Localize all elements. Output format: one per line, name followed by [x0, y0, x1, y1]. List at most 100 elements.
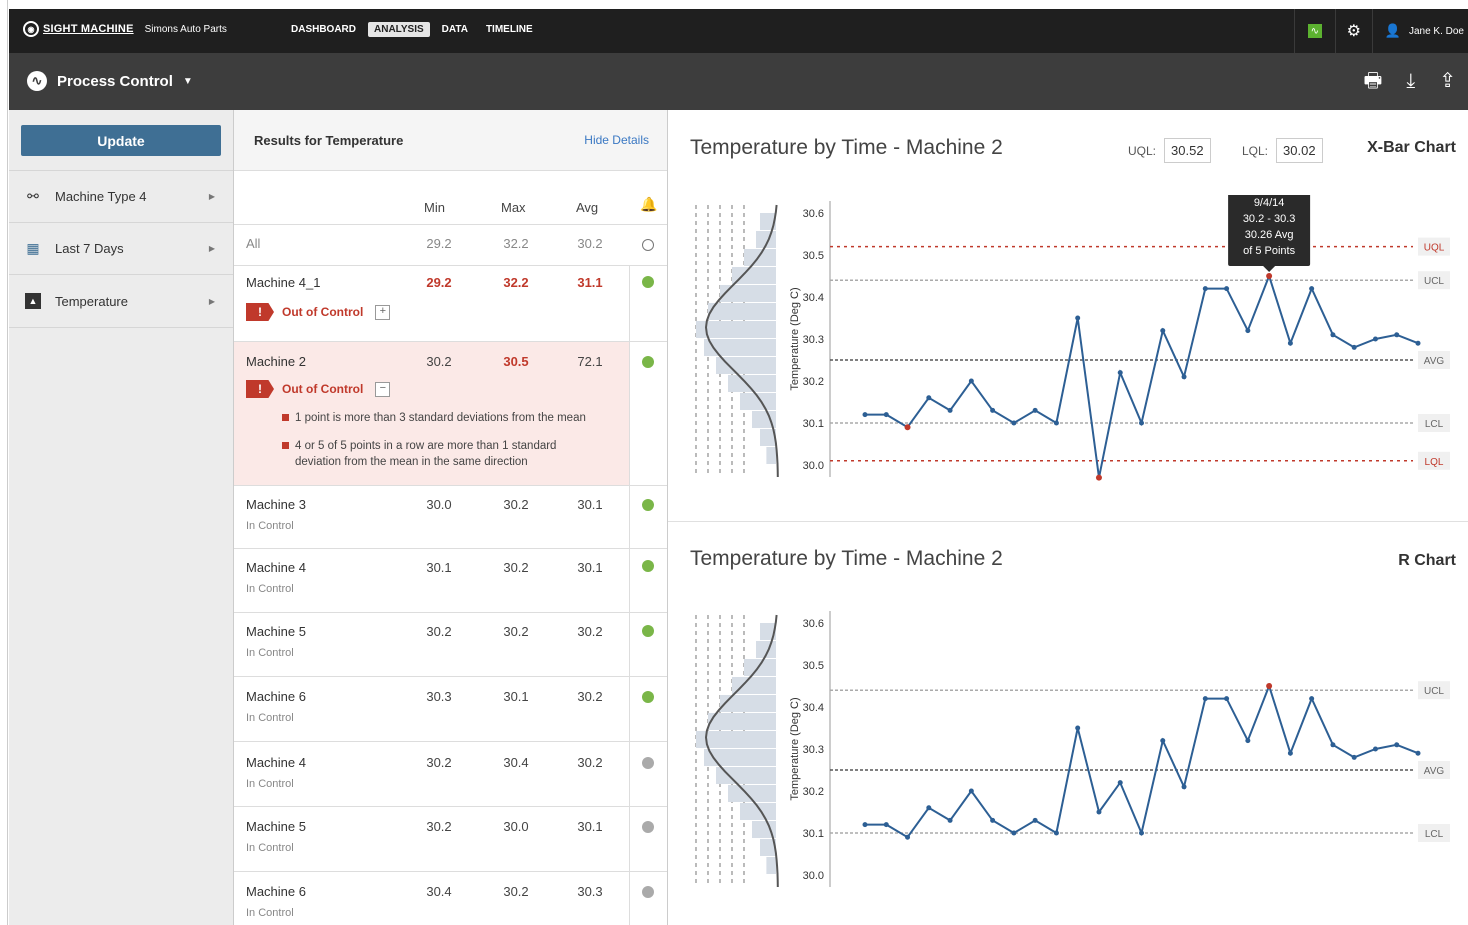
data-point: [1266, 683, 1273, 689]
data-point: [1053, 420, 1059, 426]
row-divider: [234, 676, 667, 677]
tooltip-arrow: [1263, 266, 1276, 272]
hist-bar: [708, 713, 776, 730]
alert-bell-icon[interactable]: 🔔: [640, 196, 657, 213]
row-name: Machine 4: [246, 560, 306, 575]
row-avg: 30.2: [577, 755, 603, 770]
row-min: 30.2: [426, 819, 452, 834]
bullet-icon: [282, 442, 289, 449]
row-avg: 72.1: [577, 354, 603, 369]
row-max: 30.2: [503, 560, 529, 575]
sidebar-item-metric[interactable]: ▲ Temperature ▶: [9, 274, 233, 328]
col-header-min[interactable]: Min: [424, 200, 445, 215]
module-selector[interactable]: ∿ Process Control ▼: [27, 71, 193, 91]
row-name: Machine 2: [246, 354, 306, 369]
y-tick-label: 30.6: [803, 208, 824, 220]
row-max: 30.1: [503, 689, 529, 704]
tooltip-line: 30.26 Avg: [1245, 229, 1294, 241]
col-header-avg[interactable]: Avg: [576, 200, 598, 215]
y-tick-label: 30.2: [803, 786, 824, 798]
data-point: [1287, 340, 1293, 346]
data-point: [1245, 328, 1251, 334]
sidebar-item-label: Machine Type 4: [55, 189, 147, 204]
y-tick-label: 30.5: [803, 660, 824, 672]
data-point: [990, 817, 996, 823]
print-icon[interactable]: 🖶: [1364, 69, 1383, 93]
data-point: [968, 378, 974, 384]
limit-label: AVG: [1424, 766, 1445, 777]
tooltip-line: 30.2 - 30.3: [1243, 213, 1296, 225]
y-tick-label: 30.4: [803, 292, 824, 304]
y-tick-label: 30.2: [803, 376, 824, 388]
update-button[interactable]: Update: [21, 125, 221, 156]
row-min: 30.2: [426, 755, 452, 770]
status-label: Out of Control: [282, 382, 364, 396]
row-min: 30.2: [426, 624, 452, 639]
chevron-right-icon: ▶: [208, 296, 215, 306]
expand-icon[interactable]: +: [375, 304, 391, 320]
data-point: [947, 817, 953, 823]
row-name: Machine 5: [246, 624, 306, 639]
row-name: Machine 3: [246, 497, 306, 512]
row-avg: 30.2: [577, 689, 603, 704]
row-status: In Control: [246, 778, 294, 790]
row-divider: [234, 871, 667, 872]
lql-input[interactable]: 30.02: [1276, 138, 1323, 163]
row-max: 32.2: [503, 236, 529, 251]
row-max: 30.4: [503, 755, 529, 770]
hist-bar: [720, 695, 776, 712]
row-max: 30.2: [503, 497, 529, 512]
brand[interactable]: ◉ SIGHT MACHINE Simons Auto Parts: [23, 21, 227, 37]
limit-label: LCL: [1425, 419, 1444, 430]
row-status: In Control: [246, 907, 294, 919]
violation-text: 4 or 5 of 5 points in a row are more tha…: [295, 440, 557, 468]
xbar-chart-type: X-Bar Chart: [1367, 139, 1456, 156]
row-min: 30.1: [426, 560, 452, 575]
series-line: [865, 272, 1419, 478]
nav-dashboard[interactable]: DASHBOARD: [285, 22, 362, 37]
hist-bar: [766, 447, 776, 464]
nav-timeline[interactable]: TIMELINE: [480, 22, 539, 37]
sidebar-item-date-range[interactable]: ▦ Last 7 Days ▶: [9, 222, 233, 274]
chevron-right-icon: ▶: [208, 192, 215, 201]
warning-icon: !: [246, 380, 274, 398]
row-avg: 30.2: [577, 624, 603, 639]
hist-bar: [716, 767, 776, 784]
warning-icon: !: [246, 303, 274, 321]
status-dot: [642, 499, 654, 511]
hide-details-link[interactable]: Hide Details: [584, 133, 649, 147]
module-bar: ∿ Process Control ▼ 🖶 ⤓ ⇪: [9, 53, 1468, 110]
data-point: [904, 424, 911, 431]
row-divider: [234, 265, 667, 266]
user-menu[interactable]: 👤 Jane K. Doe: [1371, 9, 1468, 53]
row-status: In Control: [246, 520, 294, 532]
uql-input[interactable]: 30.52: [1164, 138, 1211, 163]
row-name: Machine 4_1: [246, 275, 321, 290]
out-of-control-status: ! Out of Control +: [246, 303, 391, 321]
row-name: Machine 4: [246, 755, 306, 770]
share-icon[interactable]: ⇪: [1439, 69, 1456, 93]
row-max: 30.5: [503, 354, 529, 369]
status-dot: [642, 757, 654, 769]
chart-divider: [668, 521, 1468, 522]
data-point: [968, 788, 974, 794]
status-dot: [642, 821, 654, 833]
activity-button[interactable]: ∿: [1293, 9, 1335, 53]
data-point: [1117, 370, 1123, 376]
lql-field: LQL: 30.02: [1242, 138, 1323, 163]
settings-button[interactable]: ⚙: [1334, 9, 1372, 53]
col-header-max[interactable]: Max: [501, 200, 526, 215]
row-status: In Control: [246, 712, 294, 724]
download-icon[interactable]: ⤓: [1406, 69, 1415, 93]
filter-sidebar: Update ⚯ Machine Type 4 ▶ ▦ Last 7 Days …: [9, 110, 234, 925]
sidebar-item-machine-type[interactable]: ⚯ Machine Type 4 ▶: [9, 170, 233, 222]
out-of-control-status: ! Out of Control −: [246, 380, 391, 398]
nav-analysis[interactable]: ANALYSIS: [368, 22, 430, 37]
limit-label: UCL: [1424, 686, 1444, 697]
gear-icon: ⚙: [1346, 23, 1361, 40]
violation-detail: 4 or 5 of 5 points in a row are more tha…: [282, 438, 605, 470]
row-avg: 30.2: [577, 236, 603, 251]
nav-data[interactable]: DATA: [436, 22, 474, 37]
data-point: [883, 412, 889, 418]
collapse-icon[interactable]: −: [375, 381, 391, 397]
